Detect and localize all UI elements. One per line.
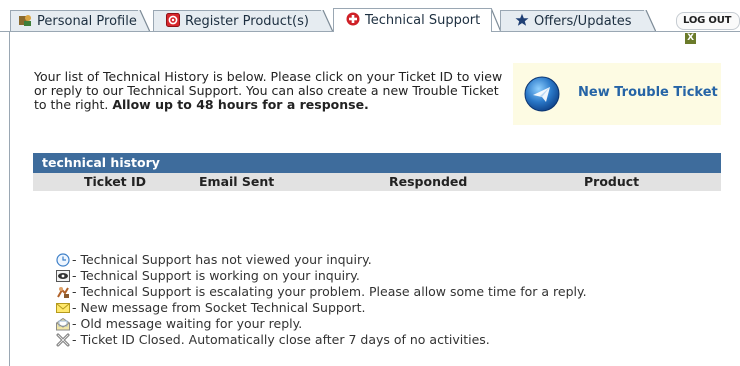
profile-icon: [18, 13, 32, 27]
new-trouble-ticket-button[interactable]: New Trouble Ticket: [513, 63, 721, 125]
eye-icon: [56, 270, 70, 282]
tab-register-products[interactable]: Register Product(s): [153, 10, 323, 32]
technical-history-columns: Ticket ID Email Sent Responded Product: [33, 173, 721, 191]
support-icon: [346, 11, 360, 26]
trouble-ticket-globe-icon: [524, 76, 560, 112]
new-mail-icon: [56, 303, 70, 313]
close-icon: X: [685, 33, 696, 44]
star-icon: [515, 13, 529, 27]
column-ticket-id: Ticket ID: [84, 174, 147, 189]
escalate-icon: [57, 287, 69, 298]
clock-icon: [56, 253, 70, 267]
column-product: Product: [584, 174, 640, 189]
technical-history-header: technical history: [33, 153, 721, 173]
intro-text: Your list of Technical History is below.…: [34, 69, 503, 112]
column-email-sent: Email Sent: [199, 174, 275, 189]
tab-technical-support[interactable]: Technical Support: [333, 8, 492, 32]
logout-button[interactable]: LOG OUTX: [676, 12, 740, 44]
tab-personal-profile[interactable]: Personal Profile: [10, 10, 140, 32]
tab-separator: [138, 10, 150, 32]
tab-separator: [644, 10, 656, 32]
tab-bar: Personal Profile Register Product(s) Tec…: [0, 0, 740, 44]
closed-x-icon: [56, 333, 70, 347]
column-responded: Responded: [389, 174, 468, 189]
open-mail-icon: [56, 317, 70, 331]
response-time-note: Allow up to 48 hours for a response.: [112, 97, 369, 112]
tab-offers-updates[interactable]: Offers/Updates: [500, 10, 646, 32]
left-divider: [9, 32, 10, 366]
tab-separator: [321, 10, 333, 32]
register-icon: [166, 13, 180, 27]
